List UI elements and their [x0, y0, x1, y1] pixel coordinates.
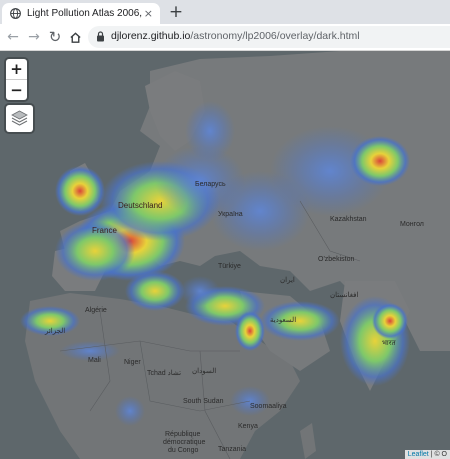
- label-iran: ایران: [280, 277, 295, 284]
- leaflet-link[interactable]: Leaflet: [408, 451, 429, 458]
- label-arab: السعودية: [270, 317, 297, 324]
- forward-button[interactable]: →: [25, 28, 43, 46]
- label-kazakhstan: Kazakhstan: [330, 216, 367, 223]
- label-niger: Niger: [124, 359, 141, 366]
- map-canvas: [20, 51, 450, 459]
- back-button[interactable]: ←: [4, 28, 22, 46]
- layers-button[interactable]: [6, 105, 33, 132]
- tab-title: Light Pollution Atlas 2006, 2016 ...: [27, 8, 145, 19]
- zoom-control: + −: [6, 59, 27, 100]
- label-france: France: [92, 226, 117, 235]
- label-kenya: Kenya: [238, 423, 258, 430]
- browser-tab[interactable]: Light Pollution Atlas 2006, 2016 ... ×: [2, 3, 160, 24]
- label-tanzania: Tanzania: [218, 446, 247, 453]
- url-text: djlorenz.github.io/astronomy/lp2006/over…: [111, 30, 360, 42]
- globe-icon: [10, 8, 21, 19]
- reload-button[interactable]: ↻: [46, 28, 64, 46]
- close-tab-icon[interactable]: ×: [144, 7, 153, 20]
- zoom-out-button[interactable]: −: [6, 80, 27, 100]
- label-drc-1: République: [165, 431, 201, 438]
- url-host: djlorenz.github.io: [111, 30, 191, 42]
- label-algerie-ar: الجزائر: [45, 328, 66, 335]
- label-uzbek: O'zbekiston: [318, 256, 355, 263]
- label-ukraine: Україна: [218, 211, 243, 218]
- label-afghanistan: افغانستان: [330, 292, 359, 299]
- label-belarus: Беларусь: [195, 181, 226, 188]
- lock-icon: [97, 31, 104, 42]
- label-drc-3: du Congo: [168, 447, 199, 454]
- attribution-rest: | © O: [428, 451, 447, 458]
- url-path: /astronomy/lp2006/overlay/dark.html: [190, 30, 360, 42]
- map-attribution: Leaflet | © O: [404, 450, 450, 459]
- madagascar-landmass: [300, 423, 316, 459]
- label-bharat: भारत: [382, 340, 396, 347]
- layers-icon: [11, 110, 28, 126]
- address-bar[interactable]: djlorenz.github.io/astronomy/lp2006/over…: [88, 26, 450, 48]
- label-south-sudan: South Sudan: [183, 398, 224, 405]
- label-drc-2: démocratique: [163, 439, 206, 446]
- label-tchad: Tchad تشاد: [147, 370, 182, 377]
- label-deutschland: Deutschland: [118, 201, 163, 210]
- new-tab-button[interactable]: +: [167, 2, 185, 22]
- zoom-in-button[interactable]: +: [6, 59, 27, 80]
- browser-toolbar: ← → ↻ djlorenz.github.io/astronomy/lp200…: [0, 24, 450, 51]
- tab-strip: Light Pollution Atlas 2006, 2016 ... × +: [0, 0, 450, 24]
- map-viewport[interactable]: Deutschland France Беларусь Україна Kaza…: [0, 51, 450, 459]
- label-somaliya: Soomaaliya: [250, 403, 287, 410]
- home-icon: [69, 32, 81, 43]
- label-mali: Mali: [88, 357, 101, 364]
- label-algerie: Algérie: [85, 307, 107, 314]
- label-mongolia: Монгол: [400, 221, 424, 228]
- label-sudan: السودان: [192, 368, 217, 375]
- home-button[interactable]: [66, 28, 84, 46]
- label-turkiye: Türkiye: [218, 263, 241, 270]
